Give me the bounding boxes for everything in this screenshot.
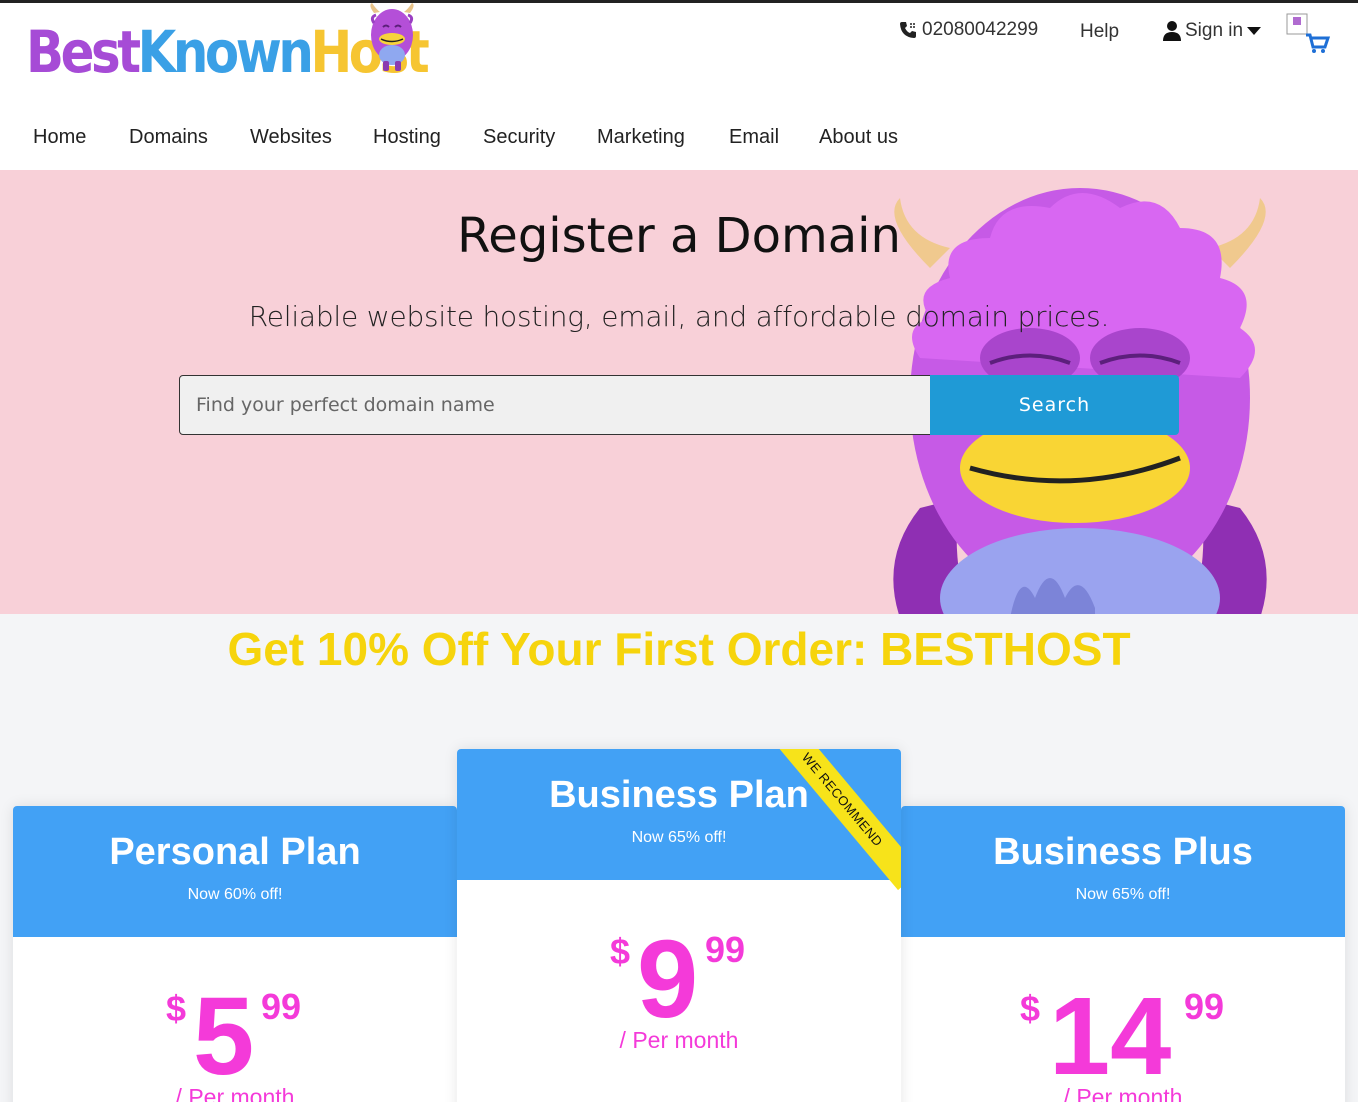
site-logo[interactable]: BestKnownHost	[26, 13, 491, 83]
plan-card-business-plus: Business Plus Now 65% off! $ 14 99 / Per…	[901, 806, 1345, 1102]
nav-about-us[interactable]: About us	[819, 126, 898, 149]
phone-number: 02080042299	[922, 19, 1039, 40]
hero-banner: Register a Domain Reliable website hosti…	[0, 170, 1358, 614]
sign-in-label: Sign in	[1185, 20, 1244, 41]
price-dollars: 5	[193, 975, 255, 1098]
nav-marketing[interactable]: Marketing	[597, 126, 685, 149]
plan-card-personal: Personal Plan Now 60% off! $ 5 99 / Per …	[13, 806, 457, 1102]
plan-header: Personal Plan Now 60% off!	[13, 806, 457, 937]
hero-subtitle: Reliable website hosting, email, and aff…	[248, 300, 1110, 333]
price-period: / Per month	[1063, 1084, 1183, 1102]
main-nav: Home Domains Websites Hosting Security M…	[0, 111, 1358, 170]
plan-name: Personal Plan	[109, 831, 361, 873]
plan-price: $ 9 99	[457, 925, 901, 1035]
price-currency: $	[166, 988, 187, 1029]
site-header: BestKnownHost 02080042299 Help Sign in	[0, 3, 1358, 112]
logo-best: Best	[26, 18, 141, 86]
plan-card-business: Business Plan Now 65% off! WE RECOMMEND …	[457, 749, 901, 1102]
logo-known: Known	[137, 18, 314, 86]
price-currency: $	[610, 931, 631, 972]
price-cents: 99	[705, 929, 746, 970]
price-period: / Per month	[619, 1027, 739, 1053]
price-cents: 99	[261, 986, 302, 1027]
promo-banner: Get 10% Off Your First Order: BESTHOST	[227, 623, 1131, 675]
plan-discount: Now 60% off!	[187, 886, 283, 903]
plan-price: $ 5 99	[13, 982, 457, 1092]
plan-discount: Now 65% off!	[631, 829, 727, 846]
hero-title: Register a Domain	[457, 208, 901, 264]
cart-icon	[1306, 33, 1331, 53]
sign-in-button[interactable]: Sign in	[1162, 20, 1262, 42]
chevron-down-icon	[1247, 27, 1262, 35]
nav-home[interactable]: Home	[33, 126, 86, 149]
domain-search-form: Search	[179, 375, 1179, 435]
nav-security[interactable]: Security	[483, 126, 555, 149]
nav-websites[interactable]: Websites	[250, 126, 332, 149]
phone-link[interactable]: 02080042299	[898, 19, 1038, 41]
nav-hosting[interactable]: Hosting	[373, 126, 441, 149]
logo-mascot-icon	[370, 3, 414, 71]
cart-button[interactable]	[1286, 13, 1336, 53]
price-cents: 99	[1184, 986, 1225, 1027]
domain-search-input[interactable]	[179, 375, 931, 435]
search-button[interactable]: Search	[930, 375, 1179, 435]
help-link[interactable]: Help	[1080, 21, 1119, 43]
nav-email[interactable]: Email	[729, 126, 779, 149]
price-dollars: 9	[637, 918, 699, 1041]
plan-discount: Now 65% off!	[1075, 886, 1171, 903]
price-currency: $	[1020, 988, 1041, 1029]
user-icon	[1163, 21, 1181, 41]
phone-icon	[900, 22, 916, 38]
nav-domains[interactable]: Domains	[129, 126, 208, 149]
plan-name: Business Plus	[993, 831, 1253, 873]
plan-price: $ 14 99	[901, 982, 1345, 1092]
price-dollars: 14	[1049, 975, 1172, 1098]
plan-header: Business Plus Now 65% off!	[901, 806, 1345, 937]
price-period: / Per month	[175, 1084, 295, 1102]
